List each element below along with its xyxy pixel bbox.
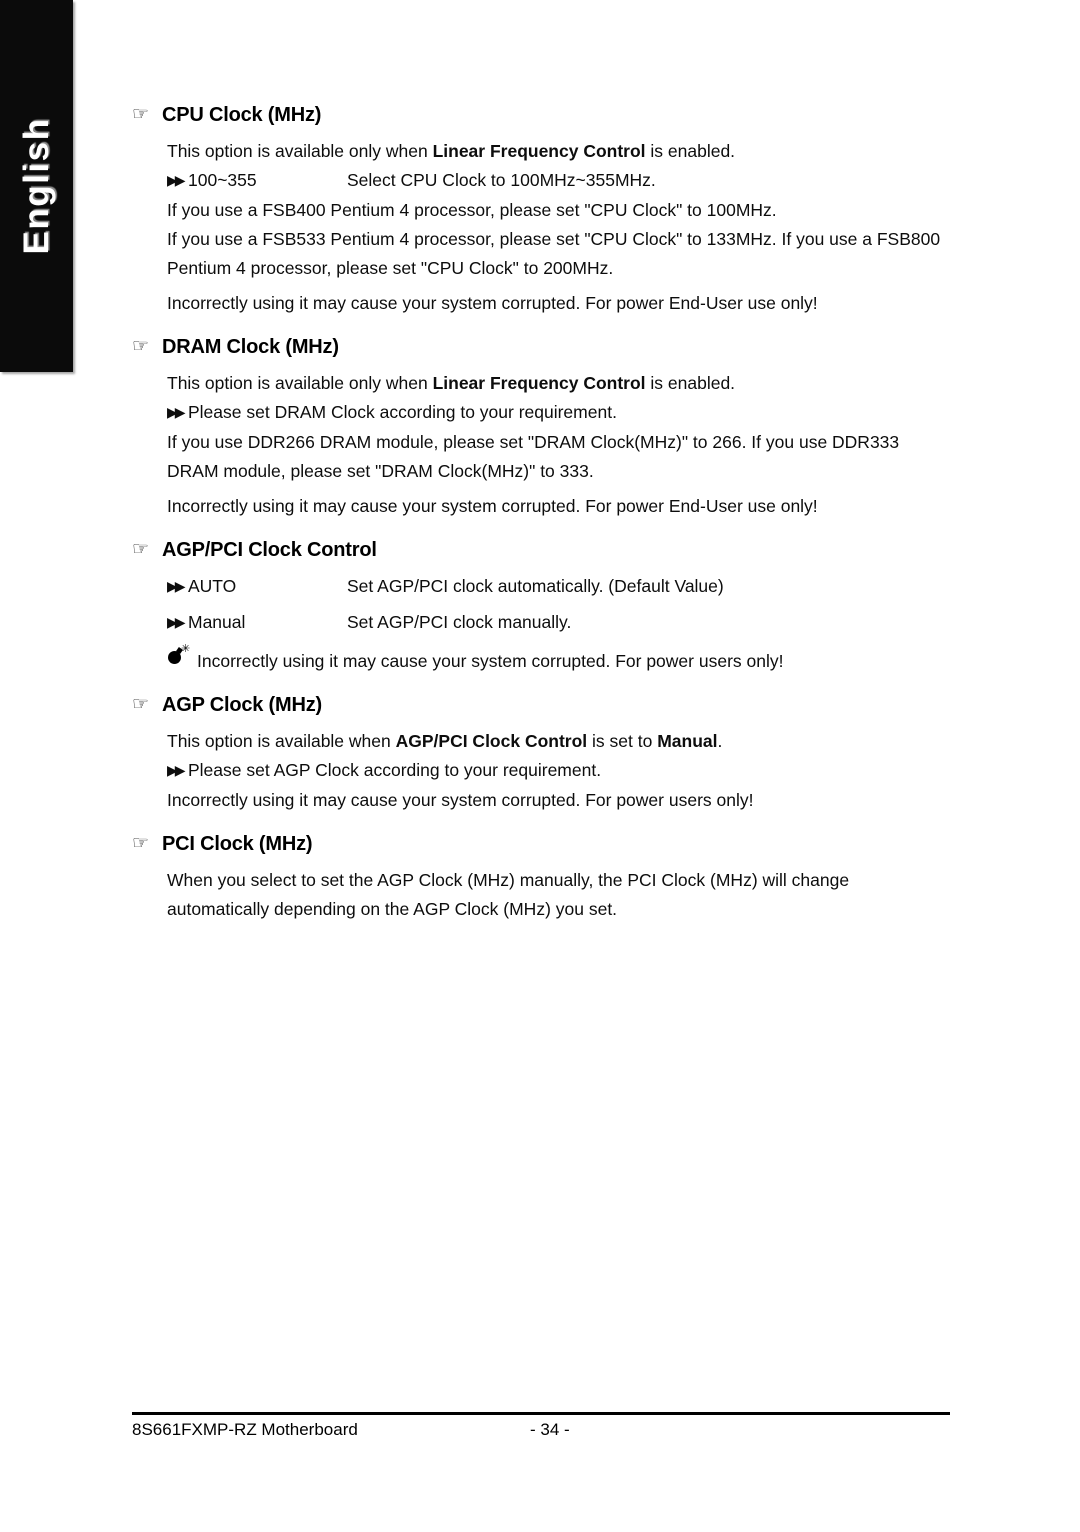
option-description: Select CPU Clock to 100MHz~355MHz. [347, 170, 656, 190]
intro-bold: Linear Frequency Control [432, 373, 646, 393]
option-description: Please set AGP Clock according to your r… [188, 760, 602, 780]
section-pci-clock: ☞ PCI Clock (MHz) When you select to set… [132, 833, 950, 924]
language-tab-label: English [16, 117, 56, 255]
section-heading-dram-clock: ☞ DRAM Clock (MHz) [132, 336, 950, 359]
section-body-dram-clock: This option is available only when Linea… [167, 369, 950, 521]
double-triangle-icon: ▶▶ [167, 762, 186, 778]
double-triangle-icon: ▶▶ [167, 614, 186, 630]
footer-divider [132, 1412, 950, 1415]
double-triangle-icon: ▶▶ [167, 578, 186, 594]
option-name: Manual [188, 612, 246, 632]
option-description: Set AGP/PCI clock automatically. (Defaul… [347, 576, 724, 596]
section-title: CPU Clock (MHz) [162, 104, 322, 126]
section-body-agp-clock: This option is available when AGP/PCI Cl… [167, 727, 950, 815]
page-content: ☞ CPU Clock (MHz) This option is availab… [132, 104, 950, 924]
option-row: ▶▶ 100~355 Select CPU Clock to 100MHz~35… [167, 166, 950, 196]
warning-line: Incorrectly using it may cause your syst… [167, 790, 754, 810]
option-row: ▶▶ AUTO Set AGP/PCI clock automatically.… [167, 572, 950, 602]
option-description: Please set DRAM Clock according to your … [188, 402, 617, 422]
note-line-2: If you use a FSB533 Pentium 4 processor,… [167, 229, 941, 278]
intro-post: is enabled. [645, 373, 736, 393]
section-agp-clock: ☞ AGP Clock (MHz) This option is availab… [132, 694, 950, 815]
intro-bold: Linear Frequency Control [432, 141, 646, 161]
option-name: 100~355 [188, 170, 257, 190]
body-paragraph: When you select to set the AGP Clock (MH… [167, 870, 850, 919]
page-footer: 8S661FXMP-RZ Motherboard - 34 - [132, 1412, 950, 1446]
option-description: Set AGP/PCI clock manually. [347, 612, 572, 632]
section-heading-cpu-clock: ☞ CPU Clock (MHz) [132, 104, 950, 127]
section-cpu-clock: ☞ CPU Clock (MHz) This option is availab… [132, 104, 950, 318]
footer-page-number: - 34 - [530, 1420, 570, 1439]
option-name: AUTO [188, 576, 237, 596]
section-title: AGP Clock (MHz) [162, 694, 322, 716]
bomb-icon: ✳ [167, 644, 197, 667]
section-agp-pci-clock-control: ☞ AGP/PCI Clock Control ▶▶ AUTO Set AGP/… [132, 539, 950, 676]
section-dram-clock: ☞ DRAM Clock (MHz) This option is availa… [132, 336, 950, 521]
warning-row: ✳ Incorrectly using it may cause your sy… [167, 644, 950, 676]
manual-page: English ☞ CPU Clock (MHz) This option is… [0, 0, 1080, 1532]
double-triangle-icon: ▶▶ [167, 172, 186, 188]
double-triangle-icon: ▶▶ [167, 404, 186, 420]
section-heading-agp-clock: ☞ AGP Clock (MHz) [132, 694, 950, 717]
pointing-hand-icon: ☞ [132, 104, 149, 125]
option-row: ▶▶ Manual Set AGP/PCI clock manually. [167, 608, 950, 638]
intro-post: . [717, 731, 723, 751]
intro-line: This option is available only when Linea… [167, 369, 950, 398]
section-heading-agp-pci-clock-control: ☞ AGP/PCI Clock Control [132, 539, 950, 562]
section-heading-pci-clock: ☞ PCI Clock (MHz) [132, 833, 950, 856]
pointing-hand-icon: ☞ [132, 833, 149, 854]
section-body-cpu-clock: This option is available only when Linea… [167, 137, 950, 318]
intro-mid: is set to [587, 731, 658, 751]
warning-text: Incorrectly using it may cause your syst… [197, 651, 784, 671]
intro-post: is enabled. [645, 141, 736, 161]
pointing-hand-icon: ☞ [132, 694, 149, 715]
intro-pre: This option is available only when [167, 141, 433, 161]
intro-line: This option is available only when Linea… [167, 137, 950, 166]
section-body-pci-clock: When you select to set the AGP Clock (MH… [167, 866, 950, 924]
section-title: AGP/PCI Clock Control [162, 539, 377, 561]
note-line-1: If you use DDR266 DRAM module, please se… [167, 432, 900, 481]
note-line-1: If you use a FSB400 Pentium 4 processor,… [167, 200, 777, 220]
section-body-agp-pci-clock-control: ▶▶ AUTO Set AGP/PCI clock automatically.… [167, 572, 950, 676]
intro-line: This option is available when AGP/PCI Cl… [167, 727, 950, 756]
footer-product-name: 8S661FXMP-RZ Motherboard [132, 1420, 358, 1439]
option-row: ▶▶ Please set AGP Clock according to you… [167, 756, 950, 786]
footer-row: 8S661FXMP-RZ Motherboard - 34 - [132, 1420, 950, 1446]
option-row: ▶▶ Please set DRAM Clock according to yo… [167, 398, 950, 428]
intro-pre: This option is available only when [167, 373, 433, 393]
intro-pre: This option is available when [167, 731, 396, 751]
intro-bold: AGP/PCI Clock Control [395, 731, 588, 751]
warning-line: Incorrectly using it may cause your syst… [167, 293, 818, 313]
pointing-hand-icon: ☞ [132, 336, 149, 357]
intro-bold-2: Manual [657, 731, 718, 751]
language-tab: English [0, 0, 73, 372]
section-title: DRAM Clock (MHz) [162, 336, 339, 358]
pointing-hand-icon: ☞ [132, 539, 149, 560]
warning-line: Incorrectly using it may cause your syst… [167, 496, 818, 516]
section-title: PCI Clock (MHz) [162, 833, 313, 855]
